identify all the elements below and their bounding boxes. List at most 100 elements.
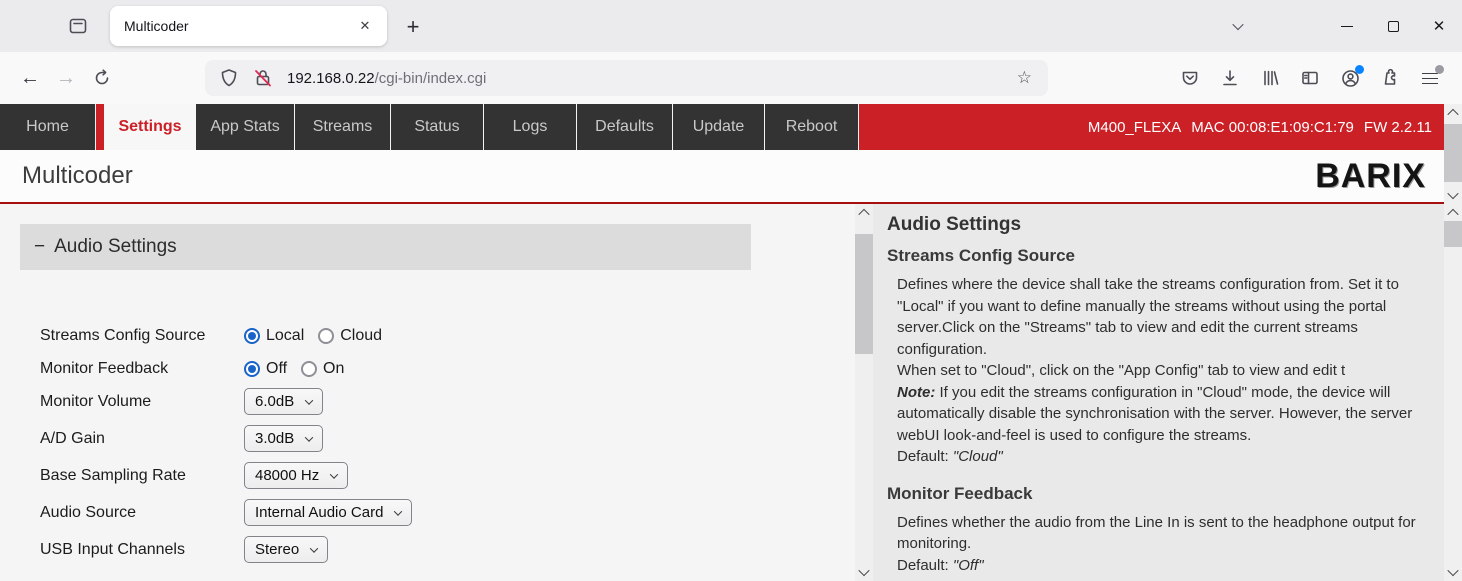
menu-icon [1422,73,1438,84]
new-tab-button[interactable]: + [396,10,430,44]
nav-tab-settings[interactable]: Settings [104,104,196,150]
tab-title: Multicoder [124,18,353,34]
row-label: Audio Source [40,504,244,522]
extensions-button[interactable] [1370,58,1410,98]
row-label: A/D Gain [40,430,244,448]
device-model: M400_FLEXA [1088,119,1181,136]
scroll-down-button[interactable] [1444,564,1462,580]
minimize-button[interactable] [1324,0,1370,52]
scroll-thumb[interactable] [1444,124,1462,182]
help-paragraph: Defines where the device shall take the … [887,274,1434,360]
scroll-down-button[interactable] [1444,187,1462,203]
select-chevron-icon [330,470,338,478]
note-text: If you edit the streams configuration in… [897,384,1412,444]
close-icon: ✕ [1433,17,1446,35]
scroll-up-button[interactable] [1444,205,1462,221]
account-button[interactable] [1330,58,1370,98]
nav-tab-defaults[interactable]: Defaults [577,104,673,150]
audio-source-select[interactable]: Internal Audio Card [244,499,412,526]
default-value: "Off" [953,557,984,574]
device-firmware: FW 2.2.11 [1364,119,1432,136]
menu-notification-dot [1435,65,1444,74]
note-label: Note: [897,384,935,401]
scroll-up-button[interactable] [855,205,873,221]
device-info-bar: M400_FLEXA MAC 00:08:E1:09:C1:79 FW 2.2.… [859,104,1444,150]
firefox-view-button[interactable] [60,8,96,44]
base-sampling-rate-select[interactable]: 48000 Hz [244,462,348,489]
monitor-volume-select[interactable]: 6.0dB [244,388,323,415]
select-value: 3.0dB [255,430,294,447]
nav-tab-reboot[interactable]: Reboot [765,104,859,150]
help-panel: Audio Settings Streams Config Source Def… [873,204,1444,581]
radio-option-cloud[interactable]: Cloud [318,327,382,345]
url-bar[interactable]: 192.168.0.22/cgi-bin/index.cgi ☆ [205,60,1048,96]
pocket-icon [1180,68,1200,88]
nav-tab-update[interactable]: Update [673,104,765,150]
radio-cloud[interactable] [318,328,334,344]
page-title: Multicoder [22,162,133,190]
active-tab-marker [96,104,104,150]
forward-button[interactable]: → [48,60,84,96]
extensions-puzzle-icon [1380,68,1400,88]
default-line: Default: "Cloud" [887,446,1434,468]
content-frame-scrollbar[interactable] [1444,204,1462,581]
content-frame: − Audio Settings Streams Config Source L… [0,204,1444,581]
select-value: Stereo [255,541,299,558]
radio-option-local[interactable]: Local [244,327,304,345]
usb-input-channels-select[interactable]: Stereo [244,536,328,563]
chevron-up-icon [858,209,869,220]
nav-tab-streams[interactable]: Streams [295,104,391,150]
help-heading-monitor-feedback: Monitor Feedback [887,484,1434,504]
radio-option-off[interactable]: Off [244,360,287,378]
audio-settings-section-header[interactable]: − Audio Settings [20,224,751,270]
radio-label-cloud: Cloud [340,327,382,345]
tracking-shield-icon[interactable] [219,68,239,88]
back-button[interactable]: ← [12,60,48,96]
maximize-button[interactable] [1370,0,1416,52]
nav-tab-home[interactable]: Home [0,104,96,150]
downloads-button[interactable] [1210,58,1250,98]
select-value: 6.0dB [255,393,294,410]
default-label: Default: [897,557,953,574]
radio-option-on[interactable]: On [301,360,344,378]
row-audio-source: Audio Source Internal Audio Card [0,499,855,526]
radio-on[interactable] [301,361,317,377]
help-panel-scrollbar[interactable] [855,204,873,581]
row-ad-gain: A/D Gain 3.0dB [0,425,855,452]
ad-gain-select[interactable]: 3.0dB [244,425,323,452]
radio-local[interactable] [244,328,260,344]
help-heading-streams-config-source: Streams Config Source [887,246,1434,266]
row-usb-input-channels: USB Input Channels Stereo [0,536,855,563]
select-chevron-icon [310,544,318,552]
sidebar-button[interactable] [1290,58,1330,98]
nav-tab-logs[interactable]: Logs [484,104,577,150]
site-nav-bar: Home Settings App Stats Streams Status L… [0,104,1444,150]
scroll-thumb[interactable] [855,234,873,354]
chevron-down-icon [1447,565,1458,576]
page-header: Multicoder BARIX [0,150,1444,204]
bookmark-star-icon[interactable]: ☆ [1009,68,1040,88]
reload-button[interactable] [84,60,120,96]
default-label: Default: [897,448,953,465]
collapse-icon[interactable]: − [34,236,45,258]
radio-off[interactable] [244,361,260,377]
nav-tab-status[interactable]: Status [391,104,484,150]
nav-tab-app-stats[interactable]: App Stats [196,104,295,150]
top-frame-scrollbar[interactable] [1444,104,1462,204]
library-button[interactable] [1250,58,1290,98]
audio-settings-form: − Audio Settings Streams Config Source L… [0,204,855,581]
default-value: "Cloud" [953,448,1003,465]
scroll-down-button[interactable] [855,564,873,580]
tab-close-icon[interactable]: ✕ [353,14,377,38]
scroll-up-button[interactable] [1444,105,1462,121]
pocket-button[interactable] [1170,58,1210,98]
firefox-view-icon [67,15,89,37]
close-button[interactable]: ✕ [1416,0,1462,52]
insecure-lock-icon[interactable] [253,68,273,88]
app-menu-button[interactable] [1410,58,1450,98]
tab-list-button[interactable] [1218,8,1258,44]
scroll-thumb[interactable] [1444,221,1462,247]
section-title: Audio Settings [54,236,177,258]
browser-tab[interactable]: Multicoder ✕ [110,6,387,46]
radio-label-on: On [323,360,344,378]
